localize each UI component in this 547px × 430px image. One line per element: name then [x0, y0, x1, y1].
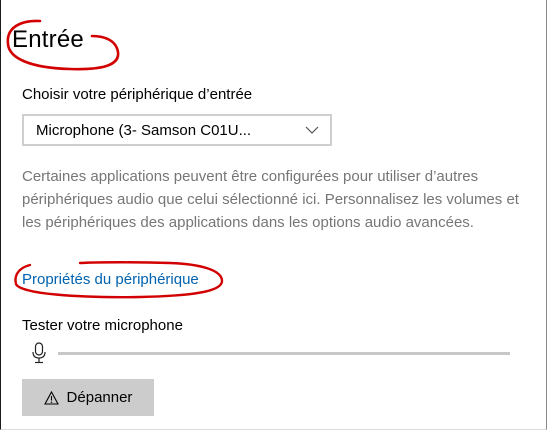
- input-device-select[interactable]: Microphone (3- Samson C01U...: [22, 114, 332, 146]
- chevron-down-icon: [294, 116, 330, 144]
- troubleshoot-button[interactable]: Dépanner: [22, 379, 154, 416]
- input-device-selected-value: Microphone (3- Samson C01U...: [36, 121, 252, 139]
- troubleshoot-label: Dépanner: [66, 389, 133, 406]
- device-properties-link[interactable]: Propriétés du périphérique: [22, 271, 199, 288]
- input-device-label: Choisir votre périphérique d’entrée: [22, 86, 253, 103]
- microphone-level-meter: [58, 352, 510, 355]
- microphone-icon: [32, 342, 46, 364]
- description-text: Certaines applications peuvent être conf…: [22, 168, 519, 231]
- section-title: Entrée: [12, 26, 84, 53]
- warning-icon: [43, 390, 59, 405]
- test-microphone-label: Tester votre microphone: [22, 317, 183, 334]
